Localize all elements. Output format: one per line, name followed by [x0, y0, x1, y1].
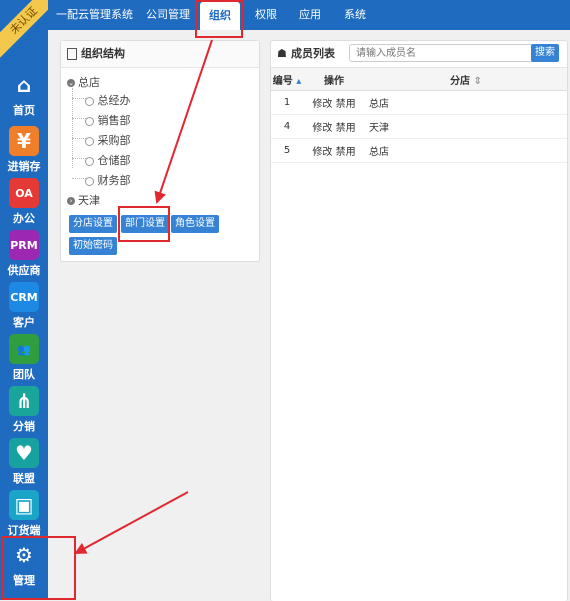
arrow-to-manage	[74, 491, 189, 554]
annotation-arrows	[74, 39, 213, 554]
arrow-to-department-settings	[154, 39, 213, 204]
